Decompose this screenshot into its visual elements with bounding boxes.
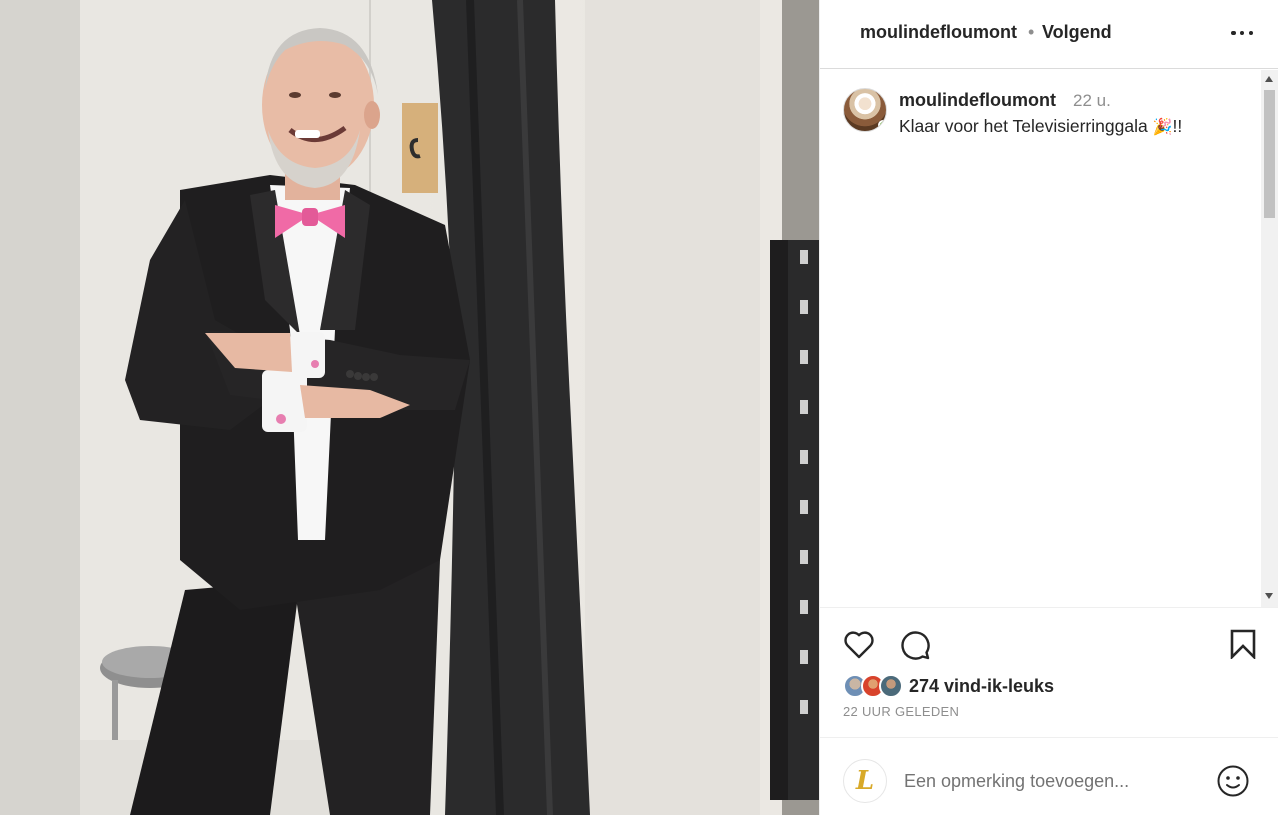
smiley-icon[interactable] <box>1216 764 1250 798</box>
scroll-up-arrow-icon[interactable] <box>1265 76 1273 82</box>
post-header: moulindefloumont • Volgend <box>820 0 1278 69</box>
party-popper-emoji: 🎉 <box>1152 119 1173 136</box>
header-username-link[interactable]: moulindefloumont <box>860 22 1017 43</box>
comments-list[interactable]: moulindefloumont 22 u. Klaar voor het Te… <box>820 70 1278 607</box>
current-user-avatar[interactable]: L <box>843 759 887 803</box>
liker-avatar <box>879 674 903 698</box>
heart-icon[interactable] <box>843 629 875 659</box>
likes-count[interactable]: 274 vind-ik-leuks <box>909 676 1054 697</box>
following-button[interactable]: Volgend <box>1042 22 1112 43</box>
comments-scrollbar[interactable] <box>1261 70 1278 607</box>
post-photo[interactable] <box>0 0 819 815</box>
caption-author-link[interactable]: moulindefloumont <box>899 90 1056 111</box>
more-dot <box>1248 30 1253 36</box>
post-photo-image <box>0 0 819 815</box>
more-dot <box>1231 30 1236 36</box>
caption-body: Klaar voor het Televisierringgala <box>899 116 1148 136</box>
post-side-panel: moulindefloumont • Volgend moulindefloum… <box>819 0 1278 815</box>
post-actions: 274 vind-ik-leuks 22 UUR GELEDEN <box>820 607 1278 729</box>
online-status-badge <box>878 120 886 130</box>
comment-input[interactable] <box>904 765 1204 797</box>
likes-summary[interactable]: 274 vind-ik-leuks <box>843 672 1054 700</box>
caption-suffix: !! <box>1172 116 1183 136</box>
scrollbar-thumb[interactable] <box>1264 90 1275 218</box>
caption-timestamp[interactable]: 22 u. <box>1073 91 1111 111</box>
more-dot <box>1239 30 1245 36</box>
add-comment-bar: L <box>820 737 1278 815</box>
more-options-icon[interactable] <box>1229 20 1255 46</box>
caption-text: Klaar voor het Televisierringgala 🎉!! <box>899 116 1182 137</box>
scroll-down-arrow-icon[interactable] <box>1265 593 1273 599</box>
post-timestamp[interactable]: 22 UUR GELEDEN <box>843 704 959 719</box>
bookmark-icon[interactable] <box>1230 629 1256 659</box>
author-avatar[interactable] <box>843 88 887 132</box>
header-separator: • <box>1028 22 1035 42</box>
comment-icon[interactable] <box>899 629 931 661</box>
